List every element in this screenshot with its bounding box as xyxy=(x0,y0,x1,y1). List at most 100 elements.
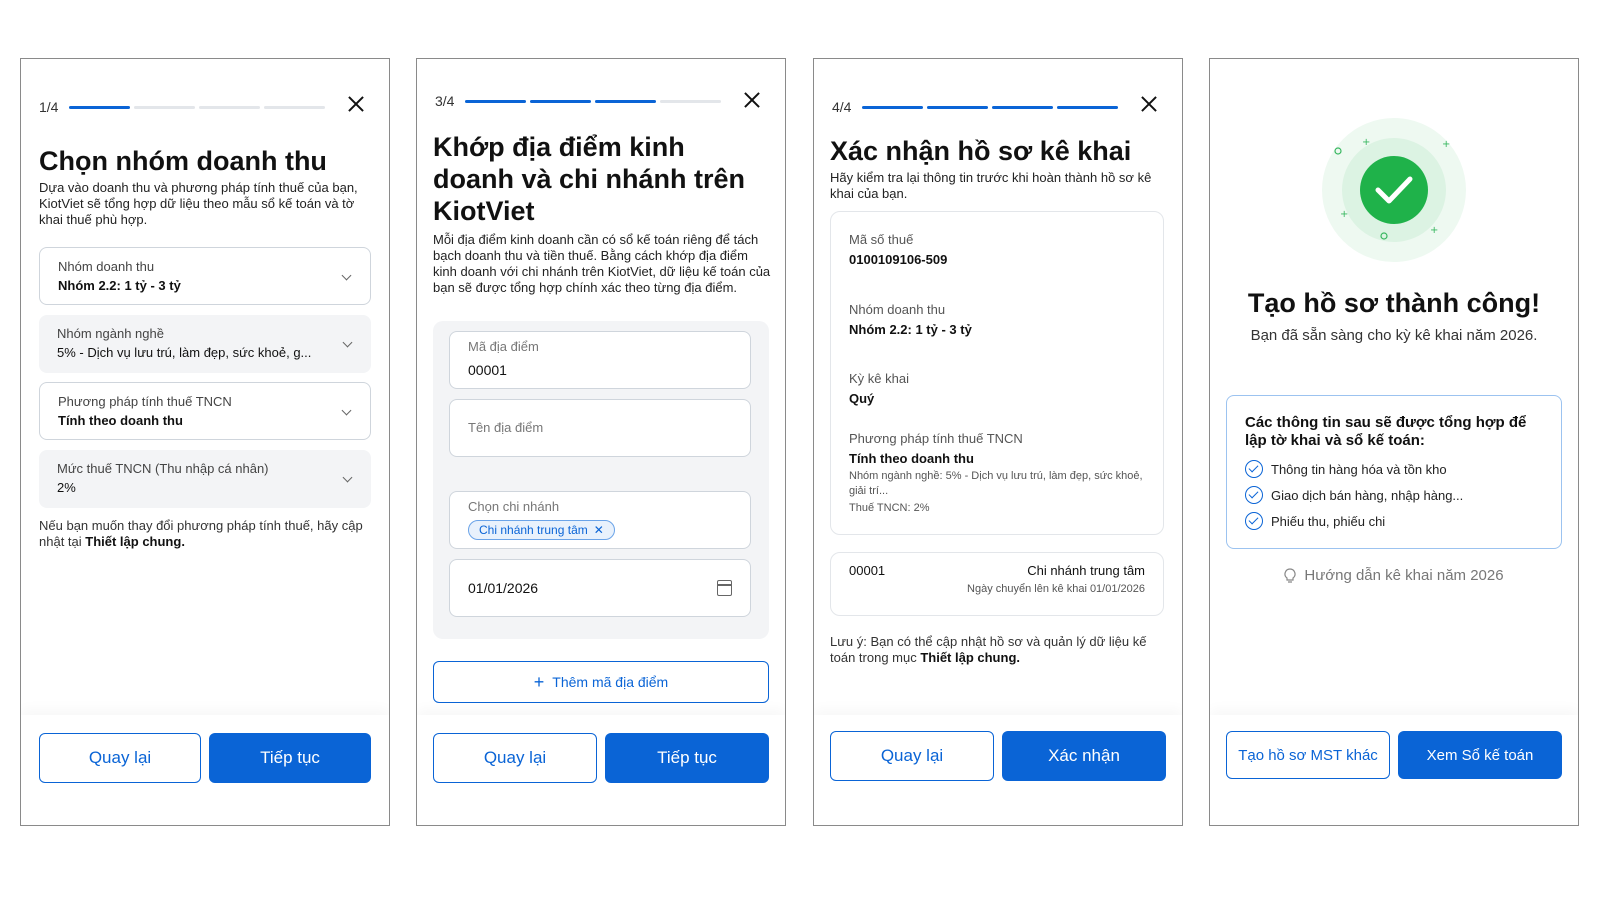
add-location-label: Thêm mã địa điểm xyxy=(552,674,669,690)
check-circle-icon xyxy=(1245,460,1263,478)
tax-method-value: Tính theo doanh thu xyxy=(849,451,974,466)
footer: Quay lại Tiếp tục xyxy=(21,715,389,825)
location-name-field[interactable]: Tên địa điểm xyxy=(449,399,751,457)
revenue-group-label: Nhóm doanh thu xyxy=(849,302,946,317)
check-circle-icon xyxy=(1360,156,1428,224)
general-settings-link[interactable]: Thiết lập chung. xyxy=(920,650,1020,665)
info-heading: Các thông tin sau sẽ được tổng hợp để lậ… xyxy=(1245,414,1527,449)
back-button[interactable]: Quay lại xyxy=(830,731,994,781)
field-label: Mức thuế TNCN (Thu nhập cá nhân) xyxy=(57,461,269,476)
calendar-icon[interactable] xyxy=(717,580,732,596)
tax-rate-select[interactable]: Mức thuế TNCN (Thu nhập cá nhân) 2% xyxy=(39,450,371,508)
info-item-label: Phiếu thu, phiếu chi xyxy=(1271,513,1386,529)
period-label: Kỳ kê khai xyxy=(849,371,909,386)
info-item: Giao dịch bán hàng, nhập hàng... xyxy=(1245,482,1543,508)
general-settings-link[interactable]: Thiết lập chung. xyxy=(85,534,185,549)
view-accounting-book-button[interactable]: Xem Sổ kế toán xyxy=(1398,731,1562,779)
step-counter: 1/4 xyxy=(39,99,59,115)
field-label: Phương pháp tính thuế TNCN xyxy=(58,394,232,409)
branch-label: Chọn chi nhánh xyxy=(468,499,560,514)
info-item: Thông tin hàng hóa và tồn kho xyxy=(1245,456,1543,482)
lightbulb-icon xyxy=(1284,567,1296,583)
location-code-field[interactable]: Mã địa điểm 00001 xyxy=(449,331,751,389)
progress-bar xyxy=(69,105,325,109)
revenue-group-row: Nhóm doanh thu Nhóm 2.2: 1 tỷ - 3 tỷ xyxy=(849,300,972,340)
page-title: Khớp địa điểm kinh doanh và chi nhánh tr… xyxy=(433,132,746,226)
industry-group-select[interactable]: Nhóm ngành nghề 5% - Dịch vụ lưu trú, là… xyxy=(39,315,371,373)
field-value: 5% - Dịch vụ lưu trú, làm đẹp, sức khoẻ,… xyxy=(57,345,312,360)
footer: Quay lại Xác nhận xyxy=(814,715,1182,825)
step-counter: 3/4 xyxy=(435,93,455,109)
progress-bar xyxy=(465,99,721,103)
info-item: Phiếu thu, phiếu chi xyxy=(1245,508,1543,534)
revenue-group-value: Nhóm 2.2: 1 tỷ - 3 tỷ xyxy=(849,322,972,337)
location-code-label: Mã địa điểm xyxy=(468,339,539,354)
svg-text:+: + xyxy=(1362,137,1370,148)
guide-label: Hướng dẫn kê khai năm 2026 xyxy=(1304,567,1504,584)
field-label: Nhóm ngành nghề xyxy=(57,326,164,341)
progress-stepper: 3/4 xyxy=(435,91,765,111)
branch-chip[interactable]: Chi nhánh trung tâm ✕ xyxy=(468,520,615,540)
settings-note: Lưu ý: Bạn có thể cập nhật hồ sơ và quản… xyxy=(830,634,1160,666)
location-name-placeholder: Tên địa điểm xyxy=(468,420,544,435)
date-field[interactable]: 01/01/2026 xyxy=(449,559,751,617)
step4-confirm-screen: 4/4 Xác nhận hồ sơ kê khai Hãy kiểm tra … xyxy=(813,58,1183,826)
close-icon[interactable] xyxy=(347,95,365,113)
page-description: Dựa vào doanh thu và phương pháp tính th… xyxy=(39,180,358,227)
revenue-group-select[interactable]: Nhóm doanh thu Nhóm 2.2: 1 tỷ - 3 tỷ xyxy=(39,247,371,305)
field-label: Nhóm doanh thu xyxy=(58,259,155,274)
svg-text:+: + xyxy=(1430,225,1438,236)
period-value: Quý xyxy=(849,391,875,406)
page-description: Mỗi địa điểm kinh doanh cần có sổ kế toá… xyxy=(433,232,771,295)
page-title: Xác nhận hồ sơ kê khai xyxy=(830,136,1132,166)
continue-button[interactable]: Tiếp tục xyxy=(209,733,371,783)
progress-stepper: 4/4 xyxy=(832,97,1162,117)
branch-select[interactable]: Chọn chi nhánh Chi nhánh trung tâm ✕ xyxy=(449,491,751,549)
branch-chip-label: Chi nhánh trung tâm xyxy=(479,523,588,537)
step-counter: 4/4 xyxy=(832,99,852,115)
success-title: Tạo hồ sơ thành công! xyxy=(1247,288,1541,318)
check-circle-icon xyxy=(1245,486,1263,504)
continue-button[interactable]: Tiếp tục xyxy=(605,733,769,783)
success-subtitle: Bạn đã sẵn sàng cho kỳ kê khai năm 2026. xyxy=(1250,327,1538,344)
plus-icon: + xyxy=(533,671,545,692)
tax-method-select[interactable]: Phương pháp tính thuế TNCN Tính theo doa… xyxy=(39,382,371,440)
create-other-profile-button[interactable]: Tạo hồ sơ MST khác xyxy=(1226,731,1390,779)
back-button[interactable]: Quay lại xyxy=(39,733,201,783)
tax-method-row: Phương pháp tính thuế TNCN Tính theo doa… xyxy=(849,429,1149,516)
field-value: Tính theo doanh thu xyxy=(58,413,183,428)
transfer-date: Ngày chuyển lên kê khai 01/01/2026 xyxy=(967,583,1145,595)
success-illustration: + + + + xyxy=(1322,118,1466,262)
tax-code-label: Mã số thuế xyxy=(849,232,914,247)
date-value: 01/01/2026 xyxy=(468,580,539,596)
tax-code-value: 0100109106-509 xyxy=(849,252,948,267)
chip-remove-icon[interactable]: ✕ xyxy=(594,523,604,537)
location-code: 00001 xyxy=(849,563,886,578)
confirm-button[interactable]: Xác nhận xyxy=(1002,731,1166,781)
footer: Tạo hồ sơ MST khác Xem Sổ kế toán xyxy=(1210,715,1578,825)
settings-note: Nếu bạn muốn thay đổi phương pháp tính t… xyxy=(39,518,369,550)
footer: Quay lại Tiếp tục xyxy=(417,715,785,825)
close-icon[interactable] xyxy=(1140,95,1158,113)
step3-location-match-screen: 3/4 Khớp địa điểm kinh doanh và chi nhán… xyxy=(416,58,786,826)
tax-code-row: Mã số thuế 0100109106-509 xyxy=(849,230,947,270)
location-code-value: 00001 xyxy=(468,362,507,378)
page-description: Hãy kiểm tra lại thông tin trước khi hoà… xyxy=(830,170,1152,201)
svg-text:+: + xyxy=(1340,209,1348,220)
progress-stepper: 1/4 xyxy=(39,97,369,117)
success-screen: + + + + Tạo hồ sơ thành công! Bạn đã sẵn… xyxy=(1209,58,1579,826)
field-value: Nhóm 2.2: 1 tỷ - 3 tỷ xyxy=(58,278,181,293)
industry-detail: Nhóm ngành nghề: 5% - Dịch vụ lưu trú, l… xyxy=(849,470,1143,497)
tax-method-label: Phương pháp tính thuế TNCN xyxy=(849,431,1023,446)
add-location-button[interactable]: + Thêm mã địa điểm xyxy=(433,661,769,703)
page-title: Chọn nhóm doanh thu xyxy=(39,146,327,176)
svg-text:+: + xyxy=(1442,139,1450,150)
tax-rate-detail: Thuế TNCN: 2% xyxy=(849,502,930,514)
check-circle-icon xyxy=(1245,512,1263,530)
info-item-label: Giao dịch bán hàng, nhập hàng... xyxy=(1271,487,1464,503)
back-button[interactable]: Quay lại xyxy=(433,733,597,783)
close-icon[interactable] xyxy=(743,91,761,109)
profile-summary-card: Mã số thuế 0100109106-509 Nhóm doanh thu… xyxy=(830,211,1164,535)
branch-name: Chi nhánh trung tâm xyxy=(1027,563,1145,578)
guide-link[interactable]: Hướng dẫn kê khai năm 2026 xyxy=(1210,567,1578,584)
